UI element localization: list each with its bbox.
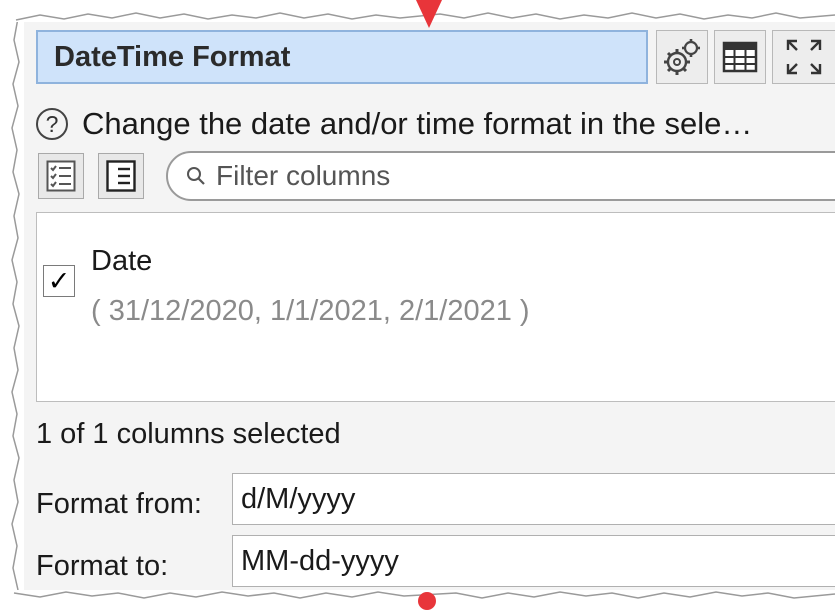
table-icon: [722, 41, 758, 73]
format-from-input[interactable]: [232, 473, 835, 525]
checklist-icon: [46, 160, 76, 192]
help-icon[interactable]: ?: [36, 108, 68, 140]
format-to-label: Format to:: [36, 550, 169, 582]
gears-icon: [664, 39, 700, 75]
torn-left-edge: [0, 0, 24, 603]
panel-title-text: DateTime Format: [54, 40, 291, 73]
list-icon: [106, 160, 136, 192]
table-view-button[interactable]: [714, 30, 766, 84]
format-to-input[interactable]: [232, 535, 835, 587]
expand-icon: [786, 39, 822, 75]
description-text: Change the date and/or time format in th…: [82, 106, 753, 141]
checkmark-icon: ✓: [47, 265, 71, 296]
expand-button[interactable]: [772, 30, 835, 84]
search-icon: [187, 167, 205, 185]
format-from-label: Format from:: [36, 488, 202, 520]
select-all-button[interactable]: [38, 153, 84, 199]
filter-input[interactable]: [214, 159, 818, 193]
transform-panel: DateTime Format ? Change the date and/or…: [22, 20, 835, 602]
connector-dot-icon: [418, 592, 436, 610]
deselect-all-button[interactable]: [98, 153, 144, 199]
column-list[interactable]: ✓ Date ( 31/12/2020, 1/1/2021, 2/1/2021 …: [36, 212, 835, 402]
panel-title: DateTime Format: [36, 30, 648, 84]
connector-arrow-icon: [416, 0, 442, 28]
filter-field[interactable]: [166, 151, 835, 201]
column-name: Date: [91, 245, 153, 277]
column-checkbox[interactable]: ✓: [43, 265, 75, 297]
selection-status: 1 of 1 columns selected: [36, 418, 341, 450]
description-row: ? Change the date and/or time format in …: [36, 104, 835, 144]
column-sample-values: ( 31/12/2020, 1/1/2021, 2/1/2021 ): [91, 295, 530, 327]
settings-button[interactable]: [656, 30, 708, 84]
